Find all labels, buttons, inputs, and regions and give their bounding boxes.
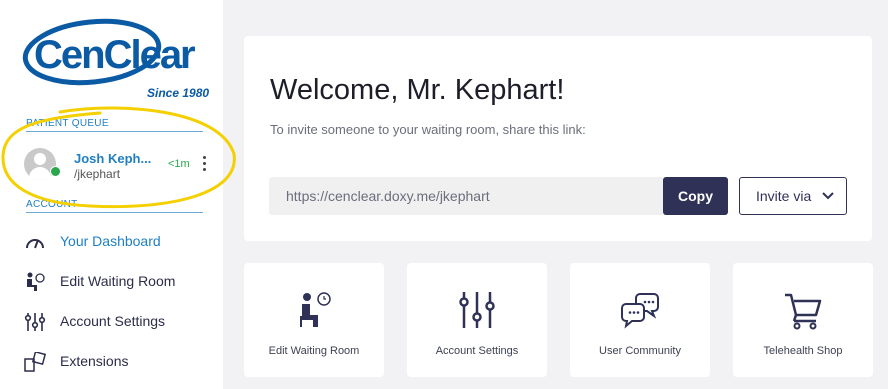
patient-queue-heading: PATIENT QUEUE	[26, 118, 203, 132]
nav-your-dashboard[interactable]: Your Dashboard	[24, 229, 214, 255]
waiting-room-icon	[27, 272, 45, 291]
dashboard-gauge-icon	[26, 239, 44, 249]
tile-label: Account Settings	[435, 345, 519, 357]
patient-handle: /jkephart	[74, 167, 121, 181]
wait-time: <1m	[168, 158, 190, 170]
chevron-down-icon	[822, 192, 834, 200]
nav-extensions[interactable]: Extensions	[24, 349, 214, 375]
logo-wordmark: CenClear	[34, 33, 195, 77]
nav-account-settings[interactable]: Account Settings	[24, 309, 214, 335]
sidebar: CenClear Since 1980 PATIENT QUEUE Josh K…	[0, 0, 236, 389]
nav-label: Account Settings	[60, 313, 166, 329]
tile-label: Telehealth Shop	[763, 345, 843, 357]
tile-label: Edit Waiting Room	[268, 345, 360, 357]
nav-label: Your Dashboard	[60, 233, 161, 249]
invite-via-button[interactable]: Invite via	[739, 177, 847, 215]
copy-button[interactable]: Copy	[663, 177, 728, 215]
waiting-room-icon	[300, 292, 331, 327]
chat-bubbles-icon	[621, 293, 659, 329]
more-options-icon[interactable]	[200, 156, 208, 176]
invite-instructions: To invite someone to your waiting room, …	[270, 122, 586, 137]
tile-user-community[interactable]: User Community	[570, 263, 710, 377]
extensions-icon	[24, 352, 46, 372]
nav-edit-waiting-room[interactable]: Edit Waiting Room	[24, 269, 214, 295]
logo-tagline: Since 1980	[147, 86, 210, 100]
invite-via-label: Invite via	[756, 188, 812, 204]
sliders-icon	[24, 313, 46, 331]
shopping-cart-icon	[785, 293, 822, 330]
sliders-icon	[459, 292, 495, 328]
welcome-card: Welcome, Mr. Kephart! To invite someone …	[244, 36, 872, 241]
nav-label: Extensions	[60, 353, 129, 369]
online-status-dot	[50, 166, 61, 177]
tile-account-settings[interactable]: Account Settings	[407, 263, 547, 377]
tile-label: User Community	[599, 345, 681, 357]
patient-queue-item[interactable]: Josh Keph... /jkephart <1m	[20, 144, 216, 188]
nav-label: Edit Waiting Room	[60, 273, 176, 289]
room-link-field[interactable]	[269, 177, 663, 215]
patient-name[interactable]: Josh Keph...	[74, 151, 156, 166]
page-title: Welcome, Mr. Kephart!	[270, 74, 565, 106]
tile-telehealth-shop[interactable]: Telehealth Shop	[733, 263, 873, 377]
tile-edit-waiting-room[interactable]: Edit Waiting Room	[244, 263, 384, 377]
account-heading: ACCOUNT	[26, 199, 203, 213]
